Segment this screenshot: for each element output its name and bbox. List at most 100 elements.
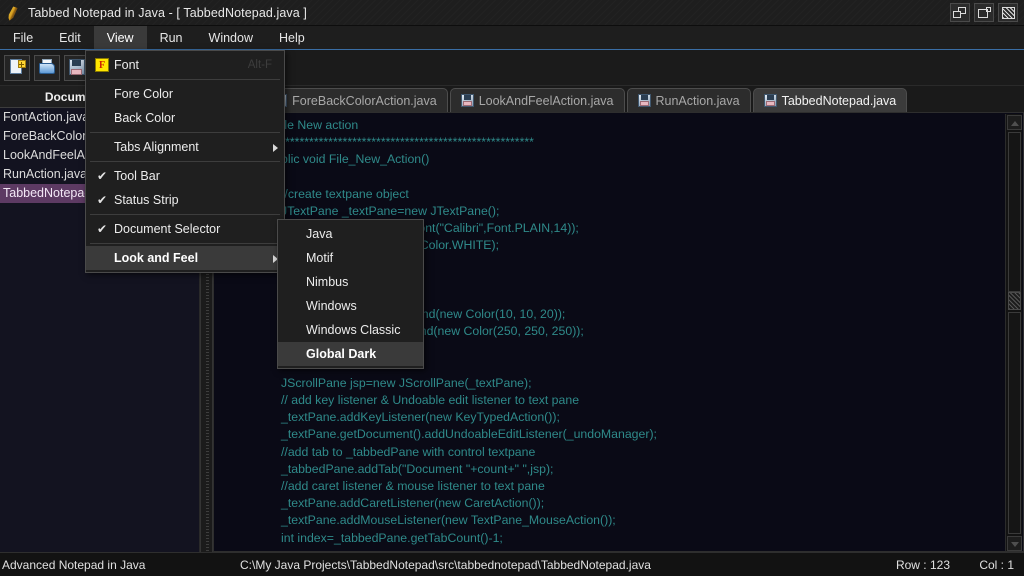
tab-label: LookAndFeelAction.java xyxy=(479,94,614,108)
menu-bar: File Edit View Run Window Help xyxy=(0,26,1024,50)
save-disk-icon xyxy=(638,94,651,107)
tab-label: TabbedNotepad.java xyxy=(782,94,897,108)
tab-label: ForeBackColorAction.java xyxy=(292,94,437,108)
code-line: int index=_tabbedPane.getTabCount()-1; xyxy=(240,530,1023,547)
menu-item-laf-motif[interactable]: Motif xyxy=(278,246,423,270)
menu-item-laf-global-dark[interactable]: Global Dark xyxy=(278,342,423,366)
menu-item-tool-bar[interactable]: ✔ Tool Bar xyxy=(86,164,284,188)
tab-forebackcoloraction[interactable]: ForeBackColorAction.java xyxy=(263,88,448,112)
menu-item-laf-java[interactable]: Java xyxy=(278,222,423,246)
title-bar: Tabbed Notepad in Java - [ TabbedNotepad… xyxy=(0,0,1024,26)
menu-item-laf-windows-classic[interactable]: Windows Classic xyxy=(278,318,423,342)
checkmark-icon: ✔ xyxy=(97,223,107,235)
open-folder-icon xyxy=(39,59,56,76)
menu-separator xyxy=(90,132,280,133)
menu-edit[interactable]: Edit xyxy=(46,26,94,49)
menu-item-label: Global Dark xyxy=(306,347,411,361)
code-line: JScrollPane jsp=new JScrollPane(_textPan… xyxy=(240,375,1023,392)
menu-item-back-color[interactable]: Back Color xyxy=(86,106,284,130)
save-disk-icon xyxy=(764,94,777,107)
tab-runaction[interactable]: RunAction.java xyxy=(627,88,751,112)
menu-item-label: Status Strip xyxy=(114,193,272,207)
new-document-icon xyxy=(9,59,26,76)
scrollbar-track-lower[interactable] xyxy=(1008,312,1021,534)
menu-view[interactable]: View xyxy=(94,26,147,49)
menu-separator xyxy=(90,79,280,80)
menu-help[interactable]: Help xyxy=(266,26,318,49)
look-and-feel-submenu-popup: Java Motif Nimbus Windows Windows Classi… xyxy=(277,219,424,369)
menu-separator xyxy=(90,214,280,215)
menu-item-label: Back Color xyxy=(114,111,272,125)
open-document-button[interactable] xyxy=(34,55,60,81)
tab-tabbednotepad[interactable]: TabbedNotepad.java xyxy=(753,88,908,112)
window-title: Tabbed Notepad in Java - [ TabbedNotepad… xyxy=(28,6,307,20)
menu-item-font[interactable]: F Font Alt-F xyxy=(86,53,284,77)
code-line: public void File_New_Action() xyxy=(240,151,1023,168)
menu-item-label: Tabs Alignment xyxy=(114,140,272,154)
tab-label: RunAction.java xyxy=(656,94,740,108)
checkmark-icon: ✔ xyxy=(97,194,107,206)
menu-item-label: Fore Color xyxy=(114,87,272,101)
code-line: //add tab to _tabbedPane with control te… xyxy=(240,444,1023,461)
pencil-icon xyxy=(5,5,21,21)
menu-item-label: Java xyxy=(306,227,411,241)
new-document-button[interactable] xyxy=(4,55,30,81)
menu-item-label: Nimbus xyxy=(306,275,411,289)
menu-item-shortcut: Alt-F xyxy=(248,59,272,71)
code-line: _textPane.addMouseListener(new TextPane_… xyxy=(240,512,1023,529)
code-line: // add key listener & Undoable edit list… xyxy=(240,392,1023,409)
menu-item-fore-color[interactable]: Fore Color xyxy=(86,82,284,106)
menu-item-tabs-alignment[interactable]: Tabs Alignment xyxy=(86,135,284,159)
font-icon: F xyxy=(95,58,109,72)
scrollbar-track-upper[interactable] xyxy=(1008,132,1021,292)
save-disk-icon xyxy=(69,59,86,76)
menu-window[interactable]: Window xyxy=(196,26,266,49)
scroll-down-arrow-icon[interactable] xyxy=(1007,536,1022,551)
status-col-indicator: Col : 1 xyxy=(979,553,1014,576)
code-line: { xyxy=(240,169,1023,186)
menu-separator xyxy=(90,243,280,244)
code-line: _textPane.getDocument().addUndoableEditL… xyxy=(240,426,1023,443)
window-controls xyxy=(950,3,1018,22)
submenu-arrow-icon xyxy=(273,144,278,152)
menu-item-label: Look and Feel xyxy=(114,251,272,265)
view-menu-popup: F Font Alt-F Fore Color Back Color Tabs … xyxy=(85,50,285,273)
code-line: _tabbedPane.addTab("Document "+count+" "… xyxy=(240,461,1023,478)
restore-button[interactable] xyxy=(950,3,970,22)
menu-item-laf-nimbus[interactable]: Nimbus xyxy=(278,270,423,294)
code-line: _textPane.addKeyListener(new KeyTypedAct… xyxy=(240,409,1023,426)
application-window: Tabbed Notepad in Java - [ TabbedNotepad… xyxy=(0,0,1024,576)
tab-lookandfeelaction[interactable]: LookAndFeelAction.java xyxy=(450,88,625,112)
menu-item-label: Windows xyxy=(306,299,411,313)
menu-item-status-strip[interactable]: ✔ Status Strip xyxy=(86,188,284,212)
scroll-up-arrow-icon[interactable] xyxy=(1007,115,1022,130)
menu-item-document-selector[interactable]: ✔ Document Selector xyxy=(86,217,284,241)
menu-run[interactable]: Run xyxy=(147,26,196,49)
code-line: _textPane.addCaretListener(new CaretActi… xyxy=(240,495,1023,512)
maximize-button[interactable] xyxy=(974,3,994,22)
close-button[interactable] xyxy=(998,3,1018,22)
status-app-label: Advanced Notepad in Java xyxy=(2,553,145,576)
status-file-path: C:\My Java Projects\TabbedNotepad\src\ta… xyxy=(240,553,651,576)
save-disk-icon xyxy=(461,94,474,107)
status-bar: Advanced Notepad in Java C:\My Java Proj… xyxy=(0,552,1024,576)
menu-item-laf-windows[interactable]: Windows xyxy=(278,294,423,318)
menu-item-label: Windows Classic xyxy=(306,323,411,337)
menu-item-label: Motif xyxy=(306,251,411,265)
tab-bar: FontAction.java ForeBackColorAction.java… xyxy=(213,86,1024,112)
menu-item-label: Font xyxy=(114,58,222,72)
code-line: //add caret listener & mouse listener to… xyxy=(240,478,1023,495)
menu-file[interactable]: File xyxy=(0,26,46,49)
status-row-indicator: Row : 123 xyxy=(896,553,950,576)
code-line: JTextPane _textPane=new JTextPane(); xyxy=(240,203,1023,220)
editor-vertical-scrollbar[interactable] xyxy=(1005,114,1022,552)
code-line: //File New action xyxy=(240,117,1023,134)
code-line: /***************************************… xyxy=(240,134,1023,151)
code-line: //create textpane object xyxy=(240,186,1023,203)
menu-item-look-and-feel[interactable]: Look and Feel xyxy=(86,246,284,270)
scrollbar-thumb[interactable] xyxy=(1008,292,1021,310)
menu-item-label: Document Selector xyxy=(114,222,272,236)
menu-item-label: Tool Bar xyxy=(114,169,272,183)
checkmark-icon: ✔ xyxy=(97,170,107,182)
menu-separator xyxy=(90,161,280,162)
